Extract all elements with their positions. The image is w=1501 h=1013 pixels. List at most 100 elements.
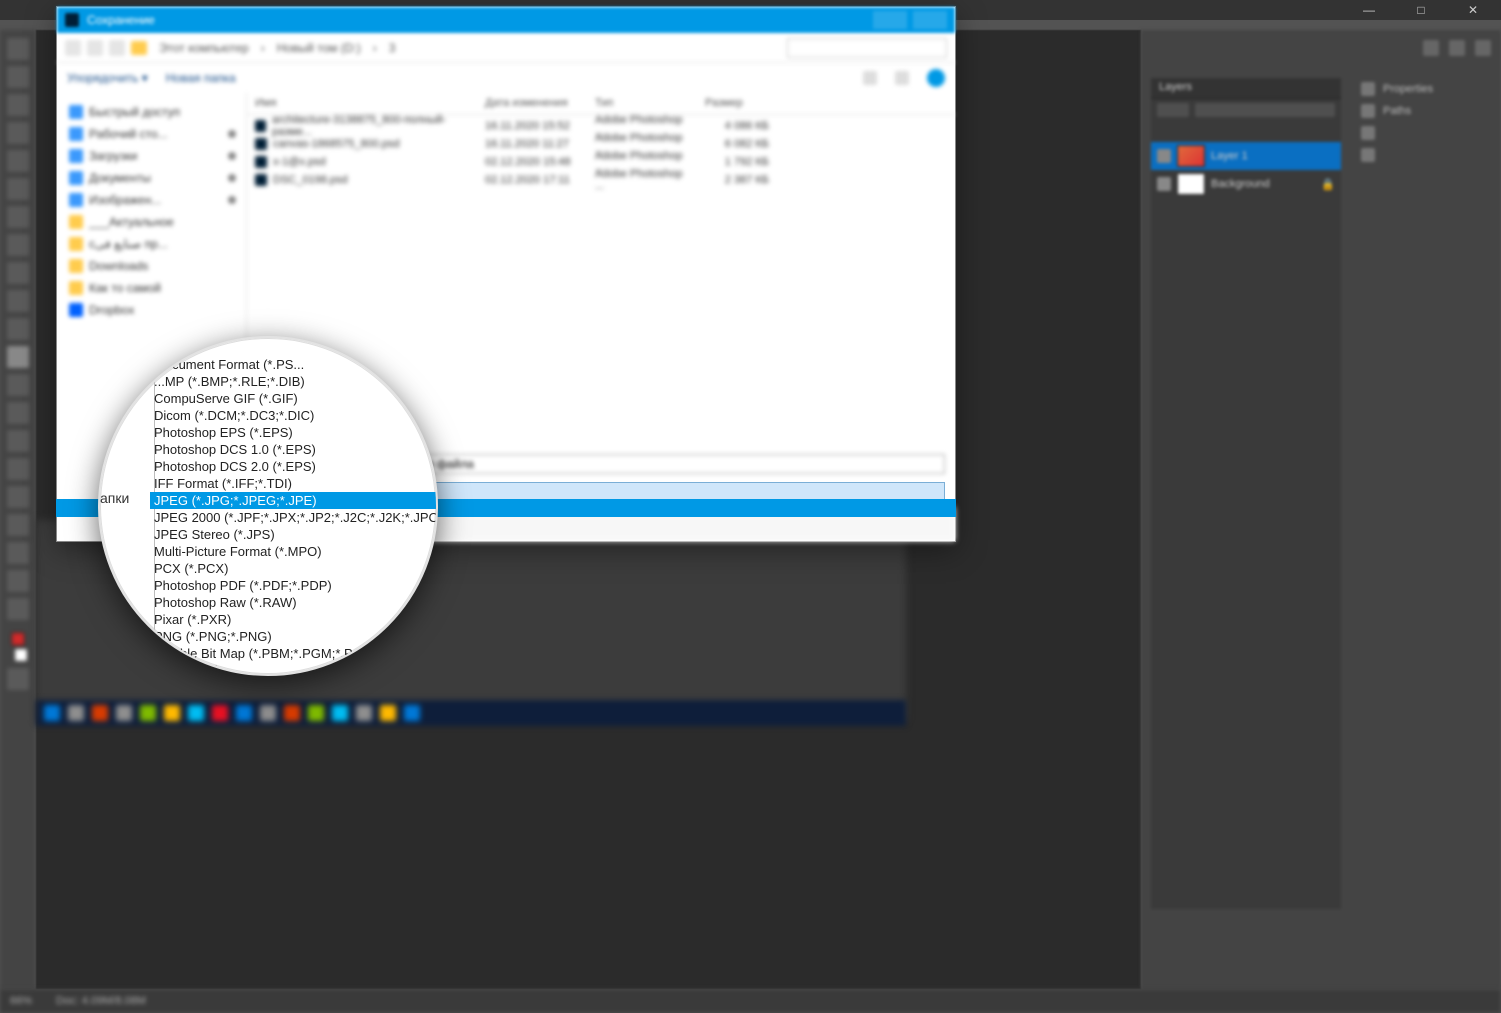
filename-input[interactable] [375,454,945,474]
breadcrumb[interactable]: Этот компьютер [153,39,255,57]
lasso-tool-icon[interactable] [7,94,29,116]
status-bar: 66% Doc: 4.09M/8.08M [0,989,1501,1013]
background-color-swatch[interactable] [14,648,28,662]
marquee-tool-icon[interactable] [7,66,29,88]
col-size[interactable]: Размер [697,93,777,114]
search-icon[interactable] [1423,40,1439,56]
dialog-titlebar[interactable]: Сохранение [57,7,955,33]
column-headers[interactable]: Имя Дата изменения Тип Размер [247,93,955,115]
filetype-option[interactable]: Pixar (*.PXR) [150,611,438,628]
eye-icon[interactable] [1157,177,1171,191]
breadcrumb[interactable]: Новый том (D:) [271,39,367,57]
foreground-color-swatch[interactable] [11,632,25,646]
filetype-option[interactable]: PNG (*.PNG;*.PNG) [150,628,438,645]
sidebar-item[interactable]: Как то самой [63,277,240,299]
shape-tool-icon[interactable] [7,514,29,536]
paths-panel-toggle[interactable]: Paths [1361,100,1491,122]
filetype-option[interactable]: Photoshop Raw (*.RAW) [150,594,438,611]
window-minimize-button[interactable]: — [1351,0,1387,20]
history-brush-tool-icon[interactable] [7,290,29,312]
blend-mode-select[interactable] [1157,103,1189,117]
filetype-option[interactable]: Dicom (*.DCM;*.DC3;*.DIC) [150,407,438,424]
organize-menu[interactable]: Упорядочить ▾ [67,71,148,85]
docs-icon [69,171,83,185]
nav-back-icon[interactable] [65,40,81,56]
file-list: architecture-3138875_800-полный-разме...… [247,115,955,189]
opacity-slider[interactable] [1195,103,1335,117]
wand-tool-icon[interactable] [7,122,29,144]
doc-size: Doc: 4.09M/8.08M [56,995,146,1007]
eye-icon[interactable] [1157,149,1171,163]
filetype-option[interactable]: Photoshop DCS 2.0 (*.EPS) [150,458,438,475]
path-tool-icon[interactable] [7,486,29,508]
breadcrumb[interactable]: 3 [383,39,402,57]
blur-tool-icon[interactable] [7,374,29,396]
layers-tab[interactable]: Layers [1151,78,1341,98]
col-type[interactable]: Тип [587,93,697,114]
address-bar[interactable]: Этот компьютер› Новый том (D:)› 3 [57,33,955,63]
gradient-tool-icon[interactable] [7,346,29,368]
brush-tool-icon[interactable] [7,234,29,256]
sidebar-item[interactable]: Dropbox [63,299,240,321]
filetype-option[interactable]: JPEG Stereo (*.JPS) [150,526,438,543]
sidebar-item-label: Как то самой [89,281,161,295]
nav-up-icon[interactable] [109,40,125,56]
eraser-tool-icon[interactable] [7,318,29,340]
help-icon[interactable] [927,69,945,87]
zoom-tool-icon[interactable] [7,570,29,592]
layer-row-background[interactable]: Background 🔒 [1151,170,1341,198]
dodge-tool-icon[interactable] [7,402,29,424]
hand-tool-icon[interactable] [7,542,29,564]
filetype-option[interactable]: PCX (*.PCX) [150,560,438,577]
type-tool-icon[interactable] [7,458,29,480]
file-row[interactable]: DSC_0198.psd02.12.2020 17:11Adobe Photos… [247,171,955,189]
sidebar-item[interactable]: Загрузки [63,145,240,167]
sidebar-item[interactable]: ___Актуальное [63,211,240,233]
view-icons-icon[interactable] [863,71,877,85]
dialog-minimize-button[interactable] [873,11,907,29]
dialog-title: Сохранение [87,13,155,27]
crop-tool-icon[interactable] [7,150,29,172]
filetype-option[interactable]: JPEG 2000 (*.JPF;*.JPX;*.JP2;*.J2C;*.J2K… [150,509,438,526]
pen-tool-icon[interactable] [7,430,29,452]
filetype-option[interactable]: ...T (*.SCT) [150,662,438,676]
heal-tool-icon[interactable] [7,206,29,228]
sidebar-item[interactable]: Документы [63,167,240,189]
filetype-option[interactable]: ...MP (*.BMP;*.RLE;*.DIB) [150,373,438,390]
search-input[interactable] [787,38,947,58]
adjustments-panel-toggle[interactable] [1361,122,1491,144]
view-tiles-icon[interactable] [895,71,909,85]
sidebar-item[interactable]: сصنایع فی пр... [63,233,240,255]
move-tool-icon[interactable] [7,38,29,60]
properties-panel-toggle[interactable]: Properties [1361,78,1491,100]
filetype-option[interactable]: JPEG (*.JPG;*.JPEG;*.JPE) [150,492,438,509]
filetype-option[interactable]: ...rtable Bit Map (*.PBM;*.PGM;*.P... [150,645,438,662]
window-close-button[interactable]: ✕ [1455,0,1491,20]
sidebar-item[interactable]: Рабочий сто... [63,123,240,145]
sidebar-item[interactable]: Downloads [63,255,240,277]
eyedropper-tool-icon[interactable] [7,178,29,200]
workspace-icon[interactable] [1449,40,1465,56]
layer-row-selected[interactable]: Layer 1 [1151,142,1341,170]
nav-forward-icon[interactable] [87,40,103,56]
share-icon[interactable] [1475,40,1491,56]
filetype-option[interactable]: Photoshop EPS (*.EPS) [150,424,438,441]
stamp-tool-icon[interactable] [7,262,29,284]
dialog-close-button[interactable] [913,11,947,29]
sidebar-item[interactable]: Быстрый доступ [63,101,240,123]
col-date[interactable]: Дата изменения [477,93,587,114]
styles-panel-toggle[interactable] [1361,144,1491,166]
new-folder-button[interactable]: Новая папка [166,71,236,85]
filetype-option[interactable]: IFF Format (*.IFF;*.TDI) [150,475,438,492]
filetype-option[interactable]: Photoshop PDF (*.PDF;*.PDP) [150,577,438,594]
col-name[interactable]: Имя [247,93,477,114]
filetype-dropdown-list[interactable]: ...ocument Format (*.PS......MP (*.BMP;*… [150,356,438,676]
screen-mode-icon[interactable] [7,668,29,690]
window-maximize-button[interactable]: □ [1403,0,1439,20]
sidebar-item[interactable]: Изображен... [63,189,240,211]
filetype-option[interactable]: CompuServe GIF (*.GIF) [150,390,438,407]
filetype-option[interactable]: ...ocument Format (*.PS... [150,356,438,373]
edit-toolbar-icon[interactable] [7,598,29,620]
filetype-option[interactable]: Multi-Picture Format (*.MPO) [150,543,438,560]
filetype-option[interactable]: Photoshop DCS 1.0 (*.EPS) [150,441,438,458]
